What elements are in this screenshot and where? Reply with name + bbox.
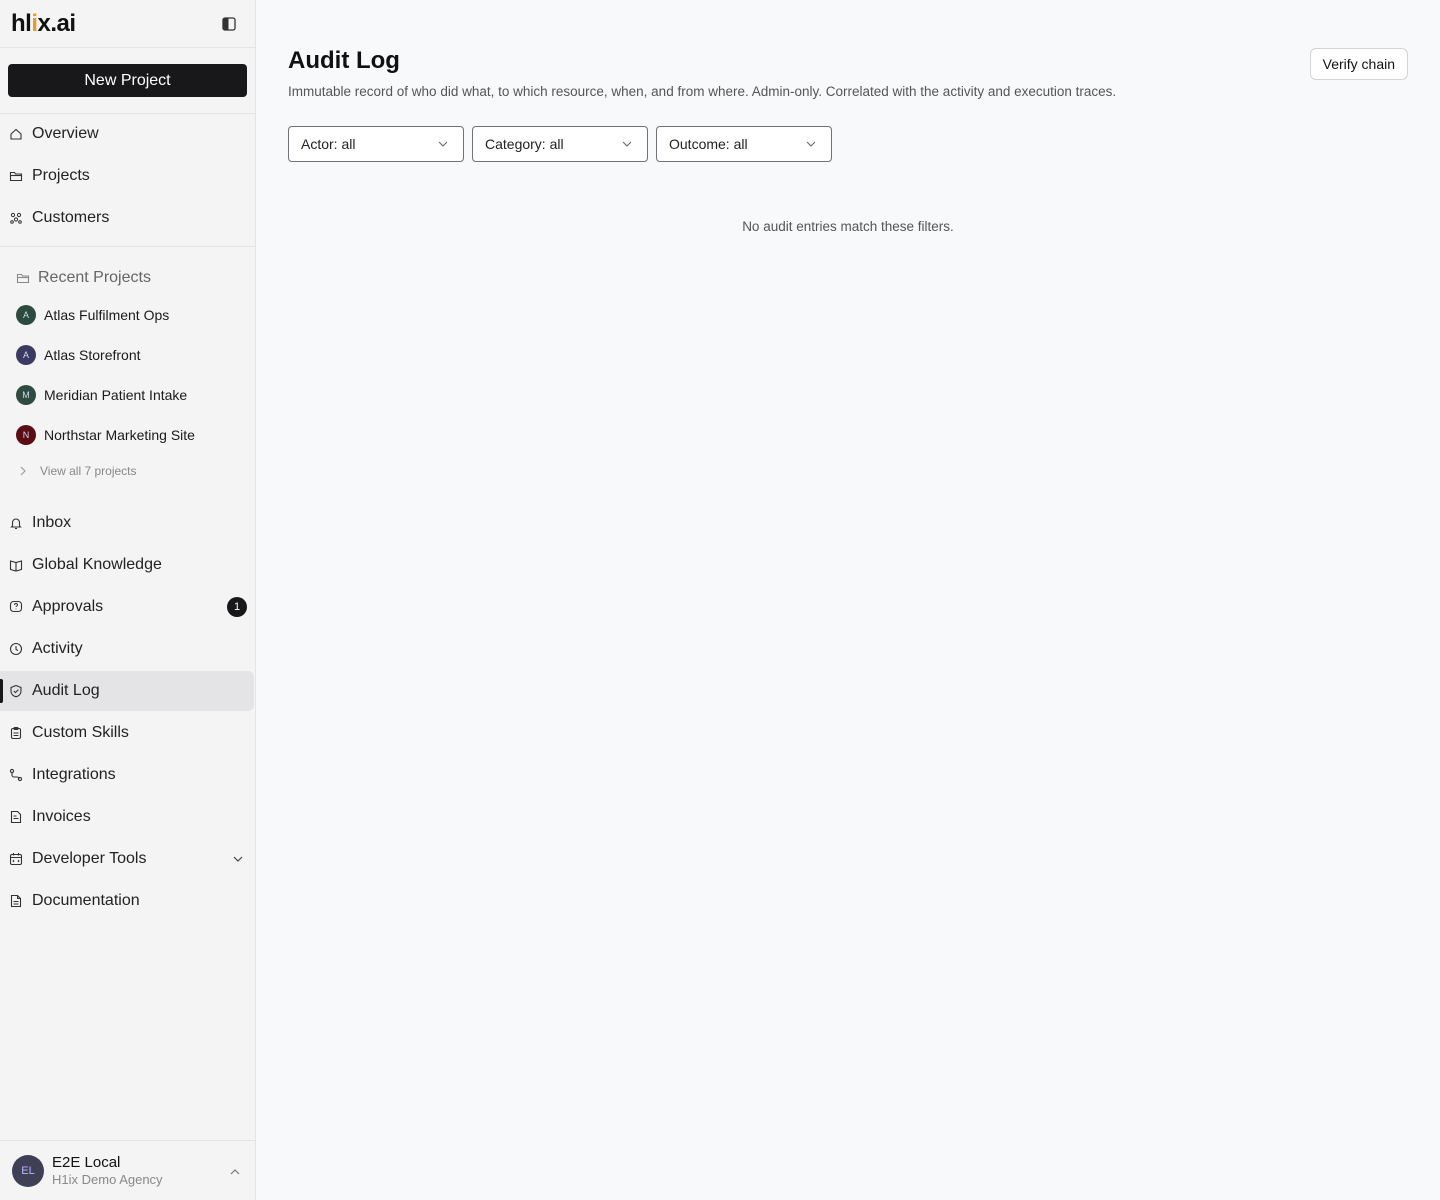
sidebar-item-label: Global Knowledge bbox=[32, 556, 162, 573]
chevron-up-icon bbox=[229, 1165, 241, 1177]
select-value: Actor: all bbox=[301, 136, 356, 152]
recent-project-item[interactable]: A Atlas Storefront bbox=[0, 335, 255, 375]
sidebar-item-label: Inbox bbox=[32, 514, 72, 531]
recent-project-item[interactable]: N Northstar Marketing Site bbox=[0, 415, 255, 455]
sidebar-toggle-icon[interactable] bbox=[221, 16, 237, 32]
project-name: Northstar Marketing Site bbox=[44, 427, 195, 443]
sidebar-item-label: Audit Log bbox=[32, 682, 100, 699]
document-icon bbox=[8, 893, 24, 909]
main-content: Audit Log Immutable record of who did wh… bbox=[256, 0, 1440, 1200]
filter-bar: Actor: all Category: all Outcome: all bbox=[288, 126, 832, 162]
sidebar-item-label: Projects bbox=[32, 167, 90, 184]
chevron-down-icon bbox=[621, 138, 633, 150]
sidebar-item-integrations[interactable]: Integrations bbox=[0, 755, 255, 795]
sidebar-item-label: Activity bbox=[32, 640, 83, 657]
help-bubble-icon bbox=[8, 599, 24, 615]
secondary-nav: Inbox Global Knowledge Approvals 1 Activity A… bbox=[0, 497, 255, 921]
sidebar-item-label: Integrations bbox=[32, 766, 116, 783]
verify-chain-button[interactable]: Verify chain bbox=[1309, 48, 1408, 80]
folder-icon bbox=[8, 168, 24, 184]
project-name: Meridian Patient Intake bbox=[44, 387, 188, 403]
book-icon bbox=[8, 557, 24, 573]
chevron-down-icon bbox=[437, 138, 449, 150]
project-avatar: A bbox=[16, 345, 36, 365]
home-icon bbox=[8, 126, 24, 142]
primary-nav: Overview Projects Customers bbox=[0, 114, 255, 247]
sidebar-item-documentation[interactable]: Documentation bbox=[0, 881, 255, 921]
sidebar-item-label: Developer Tools bbox=[32, 850, 147, 867]
sidebar-item-customers[interactable]: Customers bbox=[0, 198, 255, 238]
clipboard-icon bbox=[8, 725, 24, 741]
sidebar-item-global-knowledge[interactable]: Global Knowledge bbox=[0, 545, 255, 585]
project-avatar: A bbox=[16, 305, 36, 325]
project-name: Atlas Fulfilment Ops bbox=[44, 307, 170, 323]
app-logo[interactable]: hlix.ai bbox=[11, 10, 76, 38]
outcome-filter-select[interactable]: Outcome: all bbox=[656, 126, 832, 162]
sidebar-item-label: Custom Skills bbox=[32, 724, 129, 741]
shield-check-icon bbox=[8, 683, 24, 699]
sidebar-item-activity[interactable]: Activity bbox=[0, 629, 255, 669]
recent-project-item[interactable]: M Meridian Patient Intake bbox=[0, 375, 255, 415]
users-icon bbox=[8, 210, 24, 226]
view-all-projects-link[interactable]: View all 7 projects bbox=[0, 455, 255, 487]
select-value: Category: all bbox=[485, 136, 564, 152]
sidebar-item-projects[interactable]: Projects bbox=[0, 156, 255, 196]
invoice-icon bbox=[8, 809, 24, 825]
recent-project-item[interactable]: A Atlas Fulfilment Ops bbox=[0, 295, 255, 335]
sidebar-item-label: Approvals bbox=[32, 598, 104, 615]
sidebar-item-developer-tools[interactable]: Developer Tools bbox=[0, 839, 255, 879]
sidebar: hlix.ai New Project Overview Projects Cust… bbox=[0, 0, 256, 1200]
page-subtitle: Immutable record of who did what, to whi… bbox=[288, 84, 1117, 99]
clock-icon bbox=[8, 641, 24, 657]
page-title: Audit Log bbox=[288, 47, 400, 74]
route-icon bbox=[8, 767, 24, 783]
folder-icon bbox=[16, 270, 32, 286]
empty-state: No audit entries match these filters. bbox=[742, 219, 954, 234]
new-project-button[interactable]: New Project bbox=[8, 64, 247, 97]
chevron-down-icon bbox=[805, 138, 817, 150]
sidebar-item-label: Documentation bbox=[32, 892, 140, 909]
sidebar-item-approvals[interactable]: Approvals 1 bbox=[0, 587, 255, 627]
recent-projects-heading: Recent Projects bbox=[0, 261, 255, 295]
chevron-right-icon bbox=[18, 465, 30, 477]
sidebar-item-label: Overview bbox=[32, 125, 99, 142]
sidebar-item-inbox[interactable]: Inbox bbox=[0, 503, 255, 543]
chevron-down-icon bbox=[231, 852, 245, 866]
logo-row: hlix.ai bbox=[0, 0, 255, 48]
sidebar-item-label: Customers bbox=[32, 209, 110, 226]
count-badge: 1 bbox=[227, 597, 247, 617]
avatar: EL bbox=[12, 1154, 44, 1187]
sidebar-item-custom-skills[interactable]: Custom Skills bbox=[0, 713, 255, 753]
project-avatar: N bbox=[16, 425, 36, 445]
sidebar-item-overview[interactable]: Overview bbox=[0, 114, 255, 154]
sidebar-item-invoices[interactable]: Invoices bbox=[0, 797, 255, 837]
recent-projects: Recent Projects A Atlas Fulfilment Ops A At… bbox=[0, 247, 255, 497]
actor-filter-select[interactable]: Actor: all bbox=[288, 126, 464, 162]
sidebar-item-label: Invoices bbox=[32, 808, 91, 825]
user-org: H1ix Demo Agency bbox=[52, 1172, 163, 1187]
bell-icon bbox=[8, 515, 24, 531]
project-name: Atlas Storefront bbox=[44, 347, 141, 363]
category-filter-select[interactable]: Category: all bbox=[472, 126, 648, 162]
project-avatar: M bbox=[16, 385, 36, 405]
sidebar-item-audit-log[interactable]: Audit Log bbox=[0, 671, 254, 711]
user-menu[interactable]: EL E2E Local H1ix Demo Agency bbox=[0, 1140, 255, 1200]
select-value: Outcome: all bbox=[669, 136, 748, 152]
user-name: E2E Local bbox=[52, 1154, 121, 1171]
calendar-code-icon bbox=[8, 851, 24, 867]
